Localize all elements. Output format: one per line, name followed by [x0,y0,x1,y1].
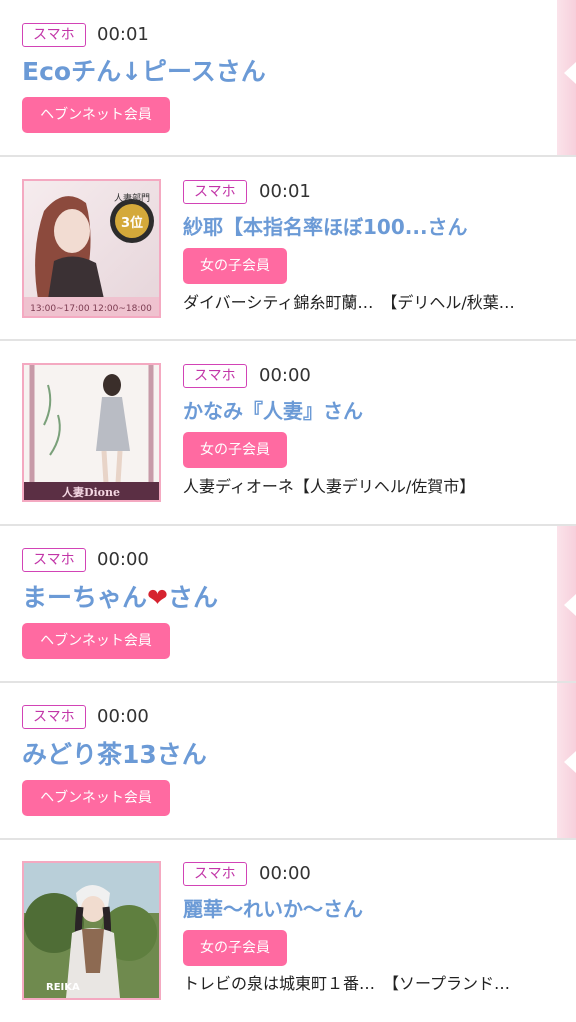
smartphone-badge: スマホ [183,862,247,886]
access-time: 00:00 [259,365,311,386]
list-item[interactable]: スマホ 00:01 Ecoチん↓ピースさん ヘブンネット会員 [0,0,576,157]
access-log-feed: スマホ 00:01 Ecoチん↓ピースさん ヘブンネット会員 人妻部門 3位 1… [0,0,576,1022]
visitor-name-suffix: さん [167,583,218,612]
list-item[interactable]: スマホ 00:00 まーちゃん❤さん ヘブンネット会員 [0,526,576,683]
member-type-badge: 女の子会員 [183,432,287,468]
smartphone-badge: スマホ [183,180,247,204]
shop-name-link[interactable]: トレビの泉は城東町１番… 【ソープランド… [183,972,555,996]
access-time: 00:00 [97,706,149,727]
shop-name-link[interactable]: ダイバーシティ錦糸町蘭… 【デリヘル/秋葉… [183,291,555,315]
list-item[interactable]: 人妻部門 3位 13:00~17:00 12:00~18:00 スマホ 00:0… [0,157,576,341]
profile-photo-icon[interactable]: REIKA [22,861,161,1000]
access-time: 00:00 [259,863,311,884]
smartphone-badge: スマホ [183,364,247,388]
member-type-badge: ヘブンネット会員 [22,780,170,816]
visitor-name-link[interactable]: みどり茶13さん [22,739,207,771]
shop-logo-text: 人妻Dione [62,485,120,499]
profile-photo-icon[interactable]: 人妻部門 3位 13:00~17:00 12:00~18:00 [22,179,161,318]
list-item[interactable]: スマホ 00:00 みどり茶13さん ヘブンネット会員 [0,683,576,840]
list-item[interactable]: REIKA スマホ 00:00 麗華〜れいか〜さん 女の子会員 トレビの泉は城東… [0,840,576,1022]
ranking-rank: 3位 [121,215,143,231]
edge-arrow-decoration [564,62,576,84]
visitor-name-prefix: まーちゃん [22,583,148,612]
schedule-hours: 13:00~17:00 12:00~18:00 [30,304,152,314]
smartphone-badge: スマホ [22,705,86,729]
member-type-badge: ヘブンネット会員 [22,97,170,133]
visitor-name-link[interactable]: まーちゃん❤さん [22,582,218,614]
heart-icon: ❤ [147,583,168,612]
visitor-name-link[interactable]: 紗耶【本指名率ほぼ100...さん [183,213,468,241]
profile-photo-icon[interactable]: 人妻Dione [22,363,161,502]
visitor-name-link[interactable]: 麗華〜れいか〜さん [183,895,363,923]
access-time: 00:01 [259,181,311,202]
edge-arrow-decoration [564,594,576,616]
access-time: 00:00 [97,549,149,570]
ranking-label: 人妻部門 [114,192,150,204]
name-logo-text: REIKA [46,982,80,993]
smartphone-badge: スマホ [22,548,86,572]
edge-arrow-decoration [564,751,576,773]
visitor-name-link[interactable]: かなみ『人妻』さん [183,397,363,425]
access-time: 00:01 [97,24,149,45]
smartphone-badge: スマホ [22,23,86,47]
member-type-badge: 女の子会員 [183,248,287,284]
visitor-name-link[interactable]: Ecoチん↓ピースさん [22,56,266,88]
list-item[interactable]: 人妻Dione スマホ 00:00 かなみ『人妻』さん 女の子会員 人妻ディオー… [0,341,576,526]
member-type-badge: ヘブンネット会員 [22,623,170,659]
member-type-badge: 女の子会員 [183,930,287,966]
shop-name-link[interactable]: 人妻ディオーネ【人妻デリヘル/佐賀市】 [183,475,555,499]
